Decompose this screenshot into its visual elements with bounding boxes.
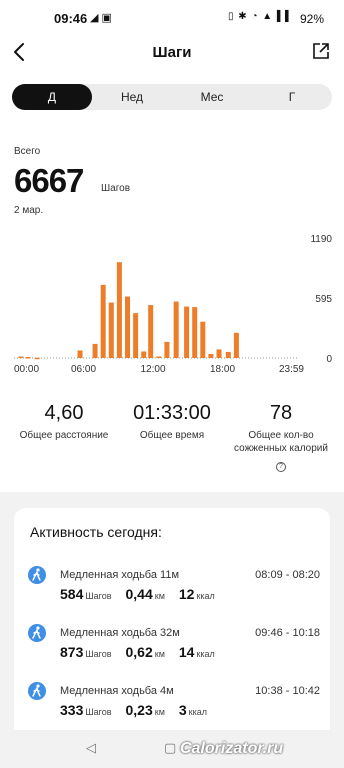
activity-metrics: 873 Шагов 0,62 км 14 ккал xyxy=(60,644,229,660)
activity-item[interactable]: Медленная ходьба 32м 09:46 - 10:18 873 Ша… xyxy=(28,624,320,668)
summary-date: 2 мар. xyxy=(14,205,44,216)
activity-steps: 584 xyxy=(60,586,84,602)
activity-steps-unit: Шагов xyxy=(85,707,112,717)
nav-home-button[interactable]: ▢ xyxy=(164,740,176,756)
activity-card: Активность сегодня: Медленная ходьба 11м… xyxy=(14,508,330,742)
activity-name: Медленная ходьба 4м xyxy=(60,685,174,697)
chart-bar xyxy=(184,306,190,358)
total-steps: 6667 xyxy=(14,162,84,199)
activity-kcal-unit: ккал xyxy=(196,649,215,659)
stat-distance-value: 4,60 xyxy=(44,402,84,424)
walking-icon xyxy=(28,566,46,584)
chart-bar xyxy=(18,356,24,358)
chart-bar xyxy=(200,321,206,358)
activity-kcal: 12 xyxy=(178,586,195,602)
activity-distance: 0,23 xyxy=(125,702,153,718)
status-time: 09:46 xyxy=(54,11,88,26)
help-icon[interactable]: ? xyxy=(276,462,286,472)
stat-time: 01:33:00 Общее время xyxy=(118,402,226,442)
chart-bar xyxy=(133,313,139,358)
activity-time-range: 08:09 - 08:20 xyxy=(255,569,320,581)
tab-day[interactable]: Д xyxy=(12,84,92,110)
share-button[interactable] xyxy=(312,42,330,60)
chart-bar xyxy=(148,305,154,358)
stat-calories: 78 Общее кол-во сожженных калорий ? xyxy=(226,402,336,473)
activity-metrics: 333 Шагов 0,23 км 3 ккал xyxy=(60,702,221,718)
chart-bar xyxy=(25,356,31,359)
chart-bar xyxy=(216,349,222,358)
status-bar: 09:46 ◢ ▣ ▯ ✱ ◔ ▲ ▌▌ 92% xyxy=(0,0,344,34)
chart-bar xyxy=(92,343,98,358)
activity-distance-unit: км xyxy=(154,591,165,601)
chart-x-tick: 18:00 xyxy=(210,364,235,375)
total-label: Всего xyxy=(14,146,41,157)
chart-bar xyxy=(141,351,147,358)
system-icons: ▯ ✱ ◔ ▲ ▌▌ xyxy=(228,11,294,22)
chart-x-tick: 06:00 xyxy=(71,364,96,375)
activity-steps: 873 xyxy=(60,644,84,660)
page-title: Шаги xyxy=(152,44,192,61)
watermark: Calorizator.ru xyxy=(180,740,284,757)
system-nav-bar: ◁ ▢ xyxy=(0,730,344,768)
activity-kcal-unit: ккал xyxy=(188,707,208,717)
chart-bar xyxy=(192,307,198,358)
steps-chart: 1190 595 0 00:00 06:00 12:00 18:00 23:59 xyxy=(14,234,332,375)
chart-x-tick: 23:59 xyxy=(279,364,304,375)
nav-back-button[interactable]: ◁ xyxy=(86,740,96,756)
activity-distance-unit: км xyxy=(154,649,165,659)
stat-calories-label: Общее кол-во сожженных калорий xyxy=(234,430,328,454)
chart-x-tick: 00:00 xyxy=(14,364,39,375)
activity-metrics: 584 Шагов 0,44 км 12 ккал xyxy=(60,586,229,602)
stat-calories-value: 78 xyxy=(269,402,293,424)
stat-distance: 4,60 Общее расстояние xyxy=(10,402,118,442)
activity-steps-unit: Шагов xyxy=(85,649,112,659)
activity-distance: 0,62 xyxy=(125,644,153,660)
activity-item[interactable]: Медленная ходьба 11м 08:09 - 08:20 584 Ша… xyxy=(28,566,320,610)
chart-bar xyxy=(77,350,83,358)
chart-y-tick: 0 xyxy=(326,354,332,365)
chart-x-tick: 12:00 xyxy=(140,364,165,375)
tab-month[interactable]: Мес xyxy=(172,84,252,110)
chart-bar xyxy=(125,296,131,358)
activity-name: Медленная ходьба 32м xyxy=(60,627,180,639)
stat-time-value: 01:33:00 xyxy=(133,402,211,424)
period-tabs: Д Нед Мес Г xyxy=(12,84,332,110)
activity-name: Медленная ходьба 11м xyxy=(60,569,180,581)
activity-steps: 333 xyxy=(60,702,84,718)
activity-item[interactable]: Медленная ходьба 4м 10:38 - 10:42 333 Шаг… xyxy=(28,682,320,726)
activity-kcal-unit: ккал xyxy=(196,591,215,601)
tab-year[interactable]: Г xyxy=(252,84,332,110)
walking-icon xyxy=(28,682,46,700)
chart-bar xyxy=(34,357,40,360)
chart-bar xyxy=(164,341,170,358)
stat-distance-label: Общее расстояние xyxy=(19,430,109,441)
steps-unit: Шагов xyxy=(101,183,131,194)
share-icon xyxy=(313,43,329,59)
stat-time-label: Общее время xyxy=(139,430,205,441)
chart-bar xyxy=(100,284,106,358)
tab-week[interactable]: Нед xyxy=(92,84,172,110)
app-bar: Шаги xyxy=(0,36,344,70)
chart-bar xyxy=(108,302,114,358)
battery-percent: 92% xyxy=(300,12,325,26)
chart-bar xyxy=(208,353,214,358)
activity-title: Активность сегодня: xyxy=(30,524,162,540)
chart-y-tick: 595 xyxy=(315,294,332,305)
chart-bar xyxy=(156,356,162,358)
chart-bar xyxy=(225,351,231,358)
activity-distance-unit: км xyxy=(154,707,165,717)
activity-steps-unit: Шагов xyxy=(85,591,112,601)
activity-kcal: 14 xyxy=(178,644,195,660)
activity-time-range: 09:46 - 10:18 xyxy=(255,627,320,639)
chart-bar xyxy=(116,262,122,358)
activity-distance: 0,44 xyxy=(125,586,153,602)
activity-time-range: 10:38 - 10:42 xyxy=(255,685,320,697)
chart-bar xyxy=(173,301,179,358)
notification-icons: ◢ ▣ xyxy=(90,12,112,24)
walking-icon xyxy=(28,624,46,642)
stats-row: 4,60 Общее расстояние 01:33:00 Общее вре… xyxy=(0,402,344,472)
chart-bar xyxy=(233,332,239,358)
chart-y-tick: 1190 xyxy=(310,234,332,245)
activity-kcal: 3 xyxy=(178,702,187,718)
